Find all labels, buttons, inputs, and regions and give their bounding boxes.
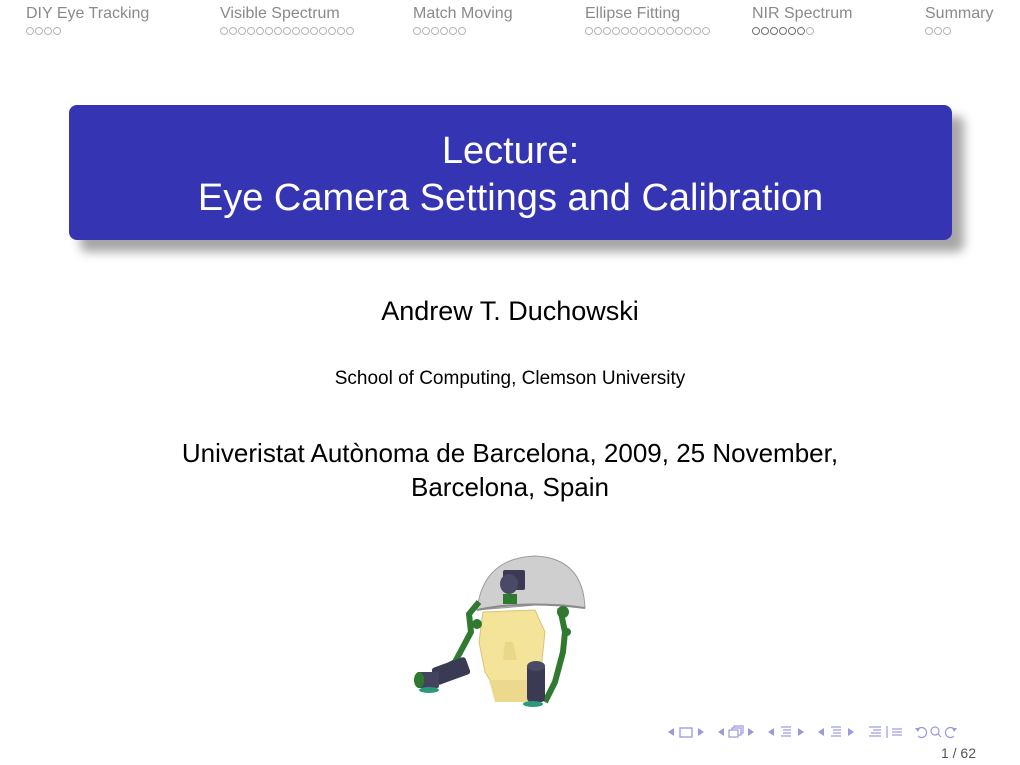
date-location: Univeristat Autònoma de Barcelona, 2009,…: [0, 436, 1020, 504]
slide-dot[interactable]: [458, 27, 466, 35]
slide-dot[interactable]: [220, 27, 228, 35]
slide-dot[interactable]: [238, 27, 246, 35]
author: Andrew T. Duchowski: [381, 296, 639, 326]
subsection-icon[interactable]: [777, 724, 795, 740]
nav-section-diy-eye-tracking[interactable]: DIY Eye Tracking: [26, 5, 149, 37]
slide-dot[interactable]: [684, 27, 692, 35]
prev-frame-arrow-icon[interactable]: [665, 724, 677, 740]
slide-dot[interactable]: [274, 27, 282, 35]
slide-dot[interactable]: [585, 27, 593, 35]
slide-dot[interactable]: [319, 27, 327, 35]
nav-section-title[interactable]: Match Moving: [413, 5, 513, 23]
slide-dot[interactable]: [779, 27, 787, 35]
slide-dot[interactable]: [310, 27, 318, 35]
slide-dot[interactable]: [301, 27, 309, 35]
forward-icon[interactable]: [943, 724, 959, 740]
slide-dot[interactable]: [35, 27, 43, 35]
date-line-1: Univeristat Autònoma de Barcelona, 2009,…: [181, 438, 839, 468]
slide-dots: [220, 27, 354, 37]
slide-dot[interactable]: [702, 27, 710, 35]
slide-dot[interactable]: [925, 27, 933, 35]
nav-section-summary[interactable]: Summary: [925, 5, 993, 37]
slide-dot[interactable]: [440, 27, 448, 35]
slide-dot[interactable]: [761, 27, 769, 35]
slide-stack-icon[interactable]: [727, 724, 745, 740]
nav-section-visible-spectrum[interactable]: Visible Spectrum: [220, 5, 354, 37]
slide-dot[interactable]: [648, 27, 656, 35]
section-icon[interactable]: [827, 724, 845, 740]
next-frame-arrow-icon[interactable]: [695, 724, 707, 740]
nav-section-title[interactable]: Visible Spectrum: [220, 5, 354, 23]
slide-dot[interactable]: [283, 27, 291, 35]
nav-section-nir-spectrum[interactable]: NIR Spectrum: [752, 5, 852, 37]
slide-dot[interactable]: [346, 27, 354, 35]
head-mounted-eye-tracker-illustration: [405, 552, 595, 712]
prev-slide-arrow-icon[interactable]: [715, 724, 727, 740]
slide-dot[interactable]: [630, 27, 638, 35]
slide-dot[interactable]: [53, 27, 61, 35]
title-box: Lecture: Eye Camera Settings and Calibra…: [69, 105, 952, 240]
slide-dot[interactable]: [26, 27, 34, 35]
list-icon[interactable]: [889, 724, 905, 740]
next-slide-arrow-icon[interactable]: [745, 724, 757, 740]
nav-section-match-moving[interactable]: Match Moving: [413, 5, 513, 37]
section-navigation: DIY Eye Tracking Visible Spectrum Match …: [0, 0, 1020, 44]
title-line-1: Lecture:: [441, 130, 580, 172]
slide-dot[interactable]: [770, 27, 778, 35]
search-icon[interactable]: [929, 724, 943, 740]
title-line-2: Eye Camera Settings and Calibration: [197, 177, 824, 219]
slide-dots: [925, 27, 993, 37]
slide-dot[interactable]: [621, 27, 629, 35]
beamer-navigation-controls: [665, 724, 959, 740]
slide-dot[interactable]: [44, 27, 52, 35]
slide-dot[interactable]: [229, 27, 237, 35]
slide-dots: [413, 27, 513, 37]
slide-dot[interactable]: [639, 27, 647, 35]
institute: School of Computing, Clemson University: [334, 368, 686, 389]
slide-dot[interactable]: [943, 27, 951, 35]
slide-dot[interactable]: [449, 27, 457, 35]
slide-dot[interactable]: [657, 27, 665, 35]
slide-dot[interactable]: [752, 27, 760, 35]
prev-section-arrow-icon[interactable]: [815, 724, 827, 740]
slide-dot[interactable]: [666, 27, 674, 35]
frame-icon[interactable]: [677, 724, 695, 740]
slide-dot[interactable]: [265, 27, 273, 35]
date-line-2: Barcelona, Spain: [410, 472, 610, 502]
page-number: 1 / 62: [940, 745, 976, 761]
nav-section-title[interactable]: NIR Spectrum: [752, 5, 852, 23]
slide-dot[interactable]: [934, 27, 942, 35]
slide-dot[interactable]: [247, 27, 255, 35]
slide-dot[interactable]: [328, 27, 336, 35]
next-section-arrow-icon[interactable]: [845, 724, 857, 740]
slide-dot[interactable]: [337, 27, 345, 35]
slide-dot[interactable]: [256, 27, 264, 35]
prev-subsection-arrow-icon[interactable]: [765, 724, 777, 740]
slide-dot[interactable]: [797, 27, 805, 35]
slide-dots: [26, 27, 149, 37]
slide-dot[interactable]: [806, 27, 814, 35]
slide-dot[interactable]: [594, 27, 602, 35]
nav-section-title[interactable]: Summary: [925, 5, 993, 23]
nav-section-title[interactable]: DIY Eye Tracking: [26, 5, 149, 23]
slide-dot[interactable]: [431, 27, 439, 35]
slide-dot[interactable]: [603, 27, 611, 35]
slide-dot[interactable]: [612, 27, 620, 35]
document-outline-icon[interactable]: [867, 724, 885, 740]
next-subsection-arrow-icon[interactable]: [795, 724, 807, 740]
slide-dot[interactable]: [693, 27, 701, 35]
nav-section-title[interactable]: Ellipse Fitting: [585, 5, 710, 23]
slide-dots: [752, 27, 852, 37]
slide-dot[interactable]: [788, 27, 796, 35]
back-icon[interactable]: [913, 724, 929, 740]
nav-section-ellipse-fitting[interactable]: Ellipse Fitting: [585, 5, 710, 37]
slide-dots: [585, 27, 710, 37]
slide-dot[interactable]: [292, 27, 300, 35]
slide-dot[interactable]: [422, 27, 430, 35]
slide-dot[interactable]: [675, 27, 683, 35]
slide-dot[interactable]: [413, 27, 421, 35]
